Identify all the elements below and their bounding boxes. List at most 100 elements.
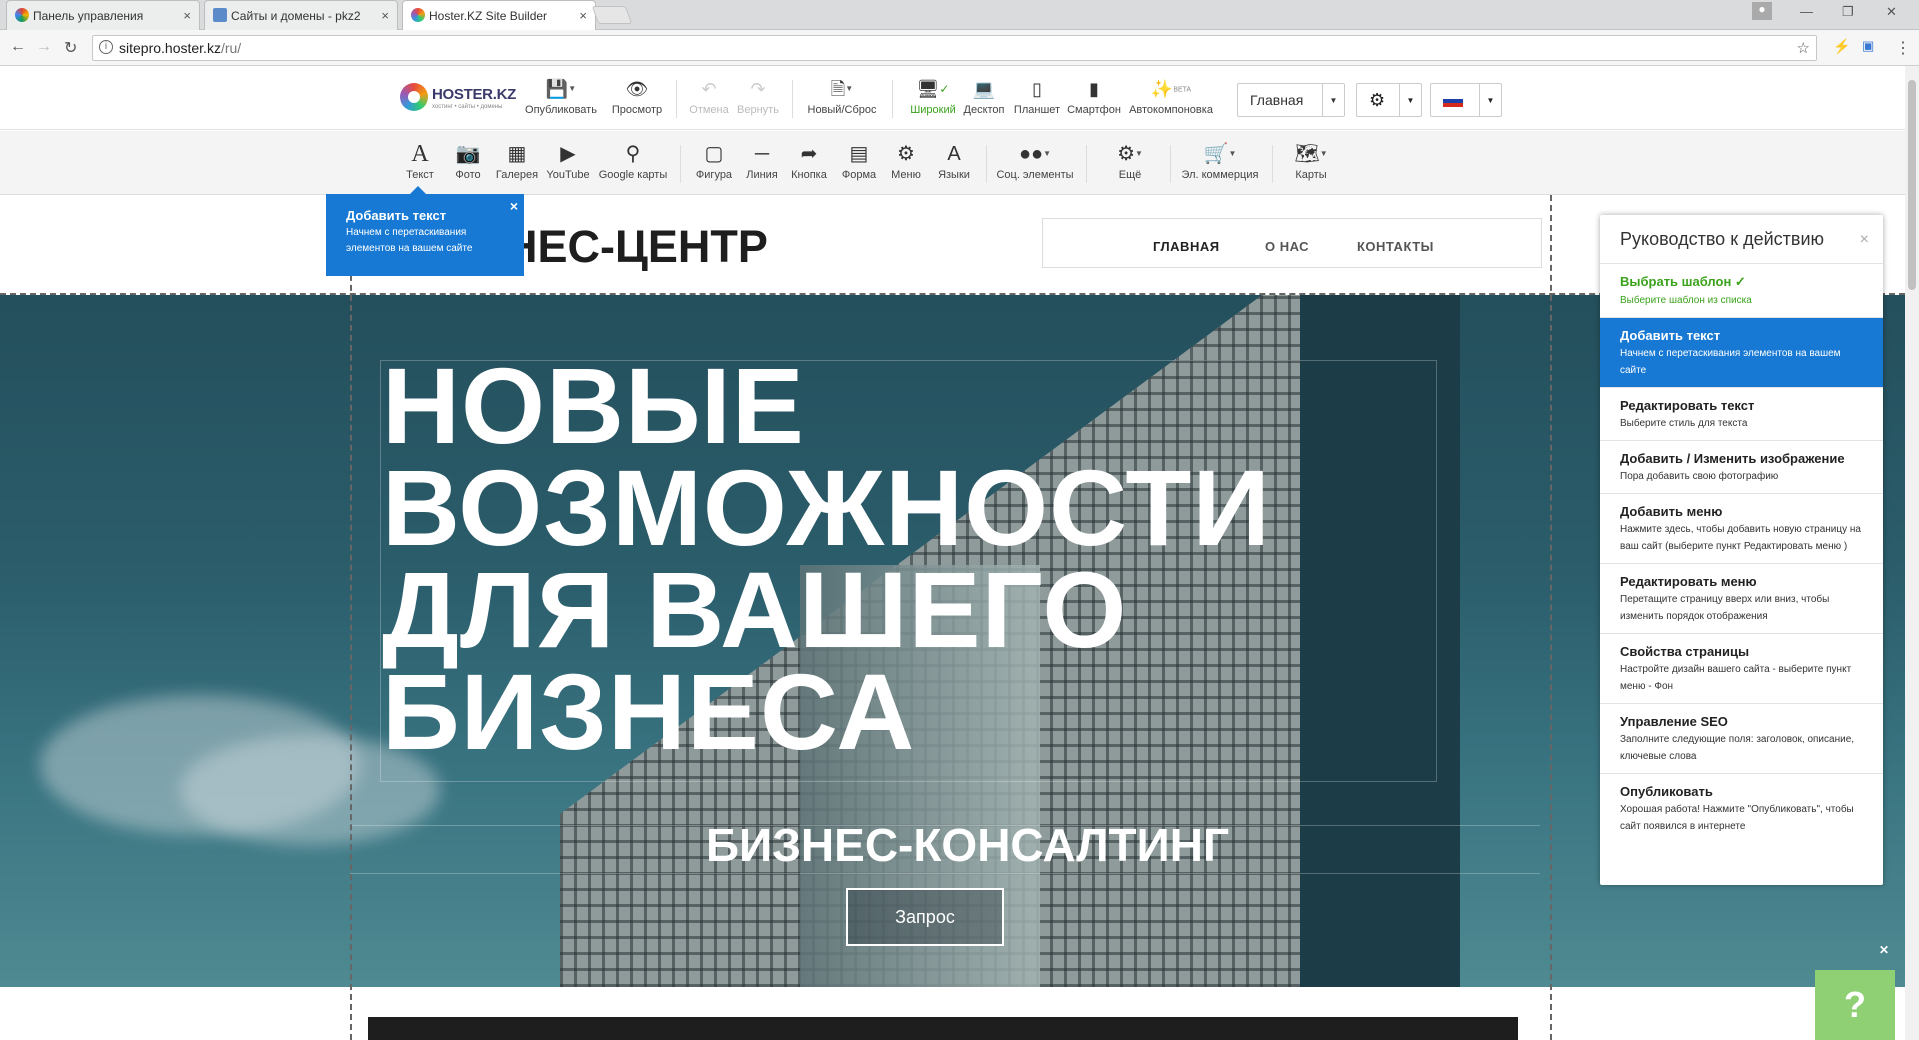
- guide-step-page-properties[interactable]: Свойства страницы Настройте дизайн вашег…: [1600, 633, 1883, 703]
- undo-button[interactable]: ↶ Отмена: [688, 78, 730, 116]
- ecommerce-label: Эл. коммерция: [1181, 169, 1259, 181]
- page-scrollbar[interactable]: [1905, 66, 1919, 1040]
- guide-step-add-menu[interactable]: Добавить меню Нажмите здесь, чтобы добав…: [1600, 493, 1883, 563]
- back-arrow-icon[interactable]: ←: [10, 38, 26, 56]
- tab-close-icon[interactable]: ×: [579, 8, 587, 23]
- folded-map-icon: 🗺▼: [1294, 143, 1328, 165]
- photo-element-button[interactable]: 📷 Фото: [448, 143, 488, 181]
- maps-element-button[interactable]: 🗺▼ Карты: [1284, 143, 1338, 181]
- site-title[interactable]: НЕС-ЦЕНТР: [505, 221, 768, 273]
- social-label: Соц. элементы: [996, 169, 1074, 181]
- next-section-preview[interactable]: [368, 1017, 1518, 1040]
- russian-flag-icon: [1443, 95, 1463, 107]
- view-smartphone-button[interactable]: ▮ Смартфон: [1066, 78, 1122, 116]
- guide-step-publish[interactable]: Опубликовать Хорошая работа! Нажмите "Оп…: [1600, 773, 1883, 843]
- ecommerce-element-button[interactable]: 🛒▼ Эл. коммерция: [1178, 143, 1262, 181]
- line-element-button[interactable]: ─ Линия: [742, 143, 782, 181]
- logo-name: HOSTER.KZ: [432, 86, 516, 103]
- preview-button[interactable]: 👁 Просмотр: [607, 78, 667, 116]
- new-reset-button[interactable]: 🗎▼ Новый/Сброс: [804, 78, 880, 116]
- guide-step-edit-menu[interactable]: Редактировать меню Перетащите страницу в…: [1600, 563, 1883, 633]
- forward-arrow-icon[interactable]: →: [36, 38, 52, 56]
- text-element-button[interactable]: A Текст: [400, 142, 440, 181]
- guide-step-description: Перетащите страницу вверх или вниз, чтоб…: [1620, 594, 1830, 622]
- youtube-element-button[interactable]: ▶ YouTube: [544, 143, 592, 181]
- guide-step-description: Хорошая работа! Нажмите "Опубликовать", …: [1620, 804, 1854, 832]
- redo-button[interactable]: ↷ Вернуть: [736, 78, 780, 116]
- site-menu[interactable]: ГЛАВНАЯ О НАС КОНТАКТЫ: [1042, 218, 1542, 268]
- view-wide-button[interactable]: 🖥✓ Широкий: [908, 78, 958, 116]
- tablet-icon: ▯: [1032, 79, 1042, 99]
- add-text-tooltip: × Добавить текст Начнем с перетаскивания…: [326, 186, 524, 276]
- help-close-icon[interactable]: ✕: [1879, 944, 1889, 956]
- request-button[interactable]: Запрос: [846, 888, 1004, 946]
- guide-step-choose-template[interactable]: Выбрать шаблон ✓ Выберите шаблон из спис…: [1600, 263, 1883, 317]
- browser-tab-bar: Панель управления × Сайты и домены - pkz…: [0, 0, 1919, 30]
- social-element-button[interactable]: ●●▼ Соц. элементы: [994, 143, 1076, 181]
- view-tablet-button[interactable]: ▯ Планшет: [1012, 78, 1062, 116]
- language-button[interactable]: ▼: [1430, 83, 1502, 117]
- user-profile-icon[interactable]: ●: [1752, 2, 1772, 20]
- button-element-button[interactable]: ➦ Кнопка: [786, 143, 832, 181]
- menu-element-button[interactable]: ⚙ Меню: [884, 143, 928, 181]
- maximize-icon[interactable]: ❐: [1842, 4, 1854, 20]
- divider: [792, 80, 793, 118]
- redo-icon: ↷: [750, 79, 766, 99]
- magic-wand-icon: ✨BETA: [1150, 79, 1192, 99]
- languages-element-button[interactable]: А Языки: [932, 143, 976, 181]
- new-tab-button[interactable]: [591, 6, 633, 24]
- tab-close-icon[interactable]: ×: [183, 8, 191, 23]
- browser-tab-active[interactable]: Hoster.KZ Site Builder ×: [402, 0, 596, 30]
- shape-element-button[interactable]: ▢ Фигура: [692, 143, 736, 181]
- gear-icon: ⚙: [1369, 90, 1386, 110]
- publish-button[interactable]: 💾▼ Опубликовать: [525, 78, 597, 116]
- site-menu-item-home[interactable]: ГЛАВНАЯ: [1153, 239, 1220, 254]
- scrollbar-thumb[interactable]: [1908, 80, 1916, 290]
- reload-icon[interactable]: ↻: [64, 38, 77, 58]
- guide-close-icon[interactable]: ×: [1860, 231, 1869, 249]
- hero-title[interactable]: НОВЫЕ ВОЗМОЖНОСТИ ДЛЯ ВАШЕГО БИЗНЕСА: [382, 352, 1442, 766]
- guide-step-title: Редактировать меню: [1620, 574, 1757, 589]
- help-button[interactable]: ✕ ?: [1815, 944, 1895, 1040]
- desktop-label: Десктоп: [963, 104, 1005, 116]
- column-guide-line: [350, 195, 352, 1040]
- tab-title: Сайты и домены - pkz2: [231, 8, 361, 23]
- extension-icon[interactable]: ⚡: [1833, 38, 1850, 55]
- image-icon: 📷: [455, 143, 481, 165]
- more-element-button[interactable]: ⚙▼ Ещё: [1102, 143, 1158, 181]
- tab-title: Hoster.KZ Site Builder: [429, 8, 548, 23]
- guide-step-edit-text[interactable]: Редактировать текст Выберите стиль для т…: [1600, 387, 1883, 440]
- guide-step-seo[interactable]: Управление SEO Заполните следующие поля:…: [1600, 703, 1883, 773]
- autolayout-button[interactable]: ✨BETA Автокомпоновка: [1128, 78, 1214, 116]
- gallery-element-button[interactable]: ▦ Галерея: [492, 143, 542, 181]
- info-icon[interactable]: i: [99, 40, 113, 54]
- site-menu-item-about[interactable]: О НАС: [1265, 239, 1309, 254]
- url-host: sitepro.hoster.kz: [119, 40, 221, 56]
- guide-step-title: Редактировать текст: [1620, 398, 1755, 413]
- settings-button[interactable]: ⚙ ▼: [1356, 83, 1422, 117]
- form-icon: ▤: [849, 143, 869, 165]
- guide-step-add-text[interactable]: Добавить текст Начнем с перетаскивания э…: [1600, 317, 1883, 387]
- page-select[interactable]: Главная ▼: [1237, 83, 1345, 117]
- window-close-icon[interactable]: ✕: [1886, 4, 1897, 20]
- hoster-logo-icon: [400, 83, 428, 111]
- redo-label: Вернуть: [737, 104, 779, 116]
- guide-step-add-image[interactable]: Добавить / Изменить изображение Пора доб…: [1600, 440, 1883, 493]
- browser-tab[interactable]: Сайты и домены - pkz2 ×: [204, 0, 398, 30]
- extension-icon[interactable]: ▣: [1862, 38, 1874, 54]
- view-desktop-button[interactable]: 💻 Десктоп: [962, 78, 1006, 116]
- divider: [1170, 145, 1171, 183]
- chevron-down-icon: ▼: [1479, 84, 1501, 116]
- tab-close-icon[interactable]: ×: [381, 8, 389, 23]
- google-maps-element-button[interactable]: ⚲ Google карты: [596, 143, 670, 181]
- site-menu-item-contacts[interactable]: КОНТАКТЫ: [1357, 239, 1434, 254]
- chrome-menu-icon[interactable]: ⋮: [1895, 38, 1911, 58]
- guide-title: Руководство к действию: [1620, 229, 1824, 249]
- browser-tab[interactable]: Панель управления ×: [6, 0, 200, 30]
- url-input[interactable]: i sitepro.hoster.kz/ru/ ☆: [92, 35, 1817, 61]
- form-element-button[interactable]: ▤ Форма: [836, 143, 882, 181]
- tooltip-close-icon[interactable]: ×: [510, 198, 518, 214]
- guide-step-description: Пора добавить свою фотографию: [1620, 471, 1779, 482]
- minimize-icon[interactable]: —: [1800, 4, 1813, 19]
- bookmark-star-icon[interactable]: ☆: [1797, 39, 1810, 57]
